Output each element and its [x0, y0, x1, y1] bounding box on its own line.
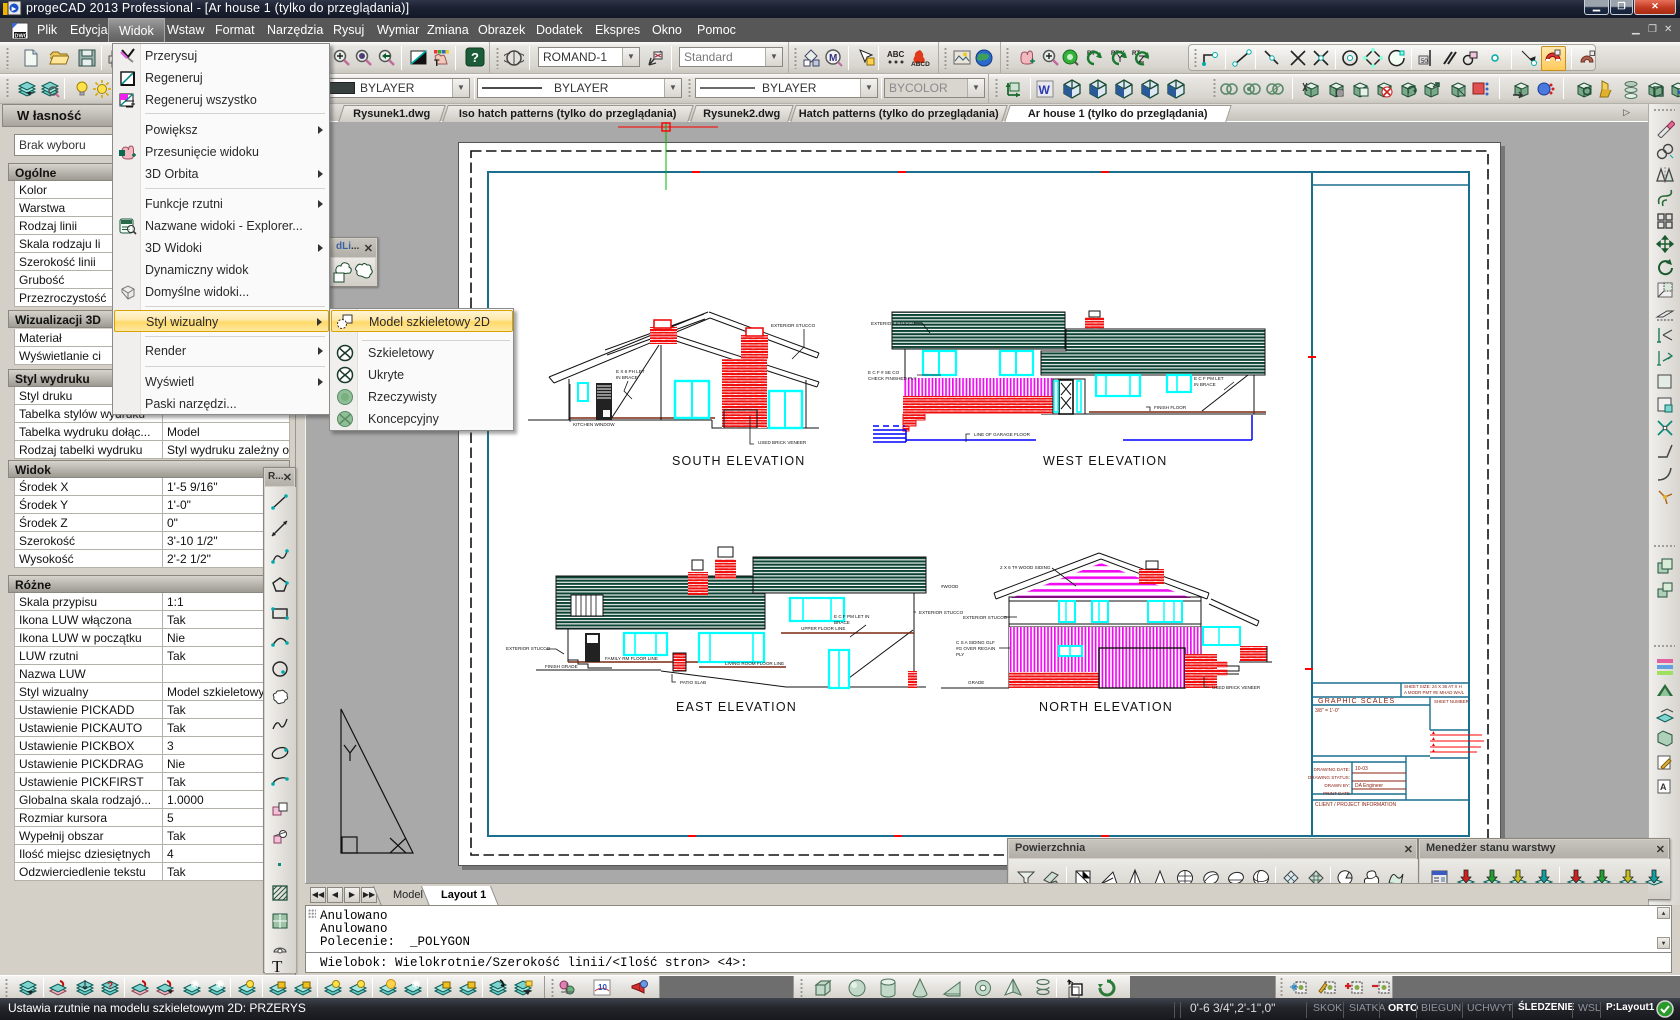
svg-text:10: 10: [598, 983, 607, 992]
svg-text:PLY: PLY: [956, 652, 964, 657]
svg-text:50: 50: [1421, 59, 1428, 65]
svg-text:2 X 6 T# WOOD SIDING: 2 X 6 T# WOOD SIDING: [1000, 565, 1051, 570]
svg-text:T: T: [434, 58, 440, 68]
svg-text:GRADE: GRADE: [968, 680, 984, 685]
svg-text:E C F # SE CO: E C F # SE CO: [868, 370, 900, 375]
svg-text:C S A SIDING GLF: C S A SIDING GLF: [956, 640, 995, 645]
svg-text:PRINT DATE: PRINT DATE: [1323, 791, 1350, 796]
svg-text:10-03: 10-03: [1355, 766, 1368, 772]
svg-text:#G OVER REGAIN: #G OVER REGAIN: [956, 646, 995, 651]
svg-text:A: A: [1660, 782, 1667, 792]
svg-text:▶: ▶: [12, 7, 17, 13]
svg-text:?: ?: [107, 981, 113, 992]
svg-text:EXTERIOR STUCCO: EXTERIOR STUCCO: [963, 615, 1008, 620]
svg-text:CHECK FINISHED PLY: CHECK FINISHED PLY: [868, 376, 916, 381]
svg-text:LIVING ROOM FLOOR LINE: LIVING ROOM FLOOR LINE: [725, 661, 784, 666]
svg-text:SHEET SIZE: 24 X 36 AT X H: SHEET SIZE: 24 X 36 AT X H: [1404, 684, 1462, 689]
svg-text:ABC: ABC: [887, 50, 905, 59]
svg-text:▲: ▲: [1431, 748, 1436, 754]
svg-text:PATIO SLAB: PATIO SLAB: [680, 680, 706, 685]
svg-text:?: ?: [471, 50, 479, 65]
svg-text:A MODR PMT #E MHAD WA/L: A MODR PMT #E MHAD WA/L: [1404, 690, 1465, 695]
svg-text:FINISH GRADE: FINISH GRADE: [545, 664, 578, 669]
svg-text:EXTERIOR STUCCO: EXTERIOR STUCCO: [506, 646, 551, 651]
svg-text:E X 6 PH LET: E X 6 PH LET: [616, 369, 645, 374]
svg-text:FINISH FLOOR: FINISH FLOOR: [1154, 405, 1187, 410]
svg-text:KITCHEN WINDOW: KITCHEN WINDOW: [573, 422, 615, 427]
svg-text:GRAPHIC SCALES: GRAPHIC SCALES: [1318, 696, 1395, 705]
svg-text:IN BRACE: IN BRACE: [1194, 382, 1216, 387]
svg-text:DWG: DWG: [15, 34, 28, 40]
svg-text:DA Engineer: DA Engineer: [1355, 783, 1383, 789]
svg-text:EAST ELEVATION: EAST ELEVATION: [676, 700, 797, 714]
svg-text:E C F PM LET: E C F PM LET: [1194, 376, 1224, 381]
svg-text:SOUTH ELEVATION: SOUTH ELEVATION: [672, 454, 806, 468]
svg-text:W: W: [1039, 83, 1051, 97]
svg-text:FAMILY RM FLOOR LINE: FAMILY RM FLOOR LINE: [605, 656, 658, 661]
svg-text:EXTERIOR STUCCO: EXTERIOR STUCCO: [919, 610, 964, 615]
svg-text:USED BRICK VENEER: USED BRICK VENEER: [1212, 685, 1261, 690]
svg-text:EXTERIOR STUCCO: EXTERIOR STUCCO: [771, 323, 816, 328]
svg-text:BRACE: BRACE: [834, 620, 850, 625]
svg-text:DRAWN BY:: DRAWN BY:: [1324, 783, 1350, 788]
svg-text:SHEET NUMBER: SHEET NUMBER: [1434, 699, 1469, 704]
svg-text:LINE OF GARAGE FLOOR: LINE OF GARAGE FLOOR: [974, 432, 1031, 437]
svg-text:EXTERIOR STUCCO: EXTERIOR STUCCO: [871, 321, 916, 326]
svg-text:DRAWING STATUS:: DRAWING STATUS:: [1308, 775, 1350, 780]
svg-text:UPPER FLOOR LINE: UPPER FLOOR LINE: [801, 626, 845, 631]
svg-text:DRAWING DATE:: DRAWING DATE:: [1314, 767, 1351, 772]
svg-text:CLIENT / PROJECT INFORMATION: CLIENT / PROJECT INFORMATION: [1315, 802, 1397, 808]
svg-text:ABCD: ABCD: [911, 61, 930, 68]
svg-text:E C F PM LET IN: E C F PM LET IN: [834, 614, 869, 619]
svg-text:3/8" = 1'-0": 3/8" = 1'-0": [1315, 708, 1340, 714]
svg-text:T: T: [272, 957, 283, 976]
svg-text:IN BRACE: IN BRACE: [616, 375, 638, 380]
svg-text:#WOOD: #WOOD: [941, 584, 959, 589]
svg-text:USED BRICK VENEER: USED BRICK VENEER: [758, 440, 807, 445]
svg-text:M: M: [829, 53, 837, 64]
svg-text:WEST ELEVATION: WEST ELEVATION: [1043, 454, 1167, 468]
svg-text:NORTH ELEVATION: NORTH ELEVATION: [1039, 700, 1173, 714]
